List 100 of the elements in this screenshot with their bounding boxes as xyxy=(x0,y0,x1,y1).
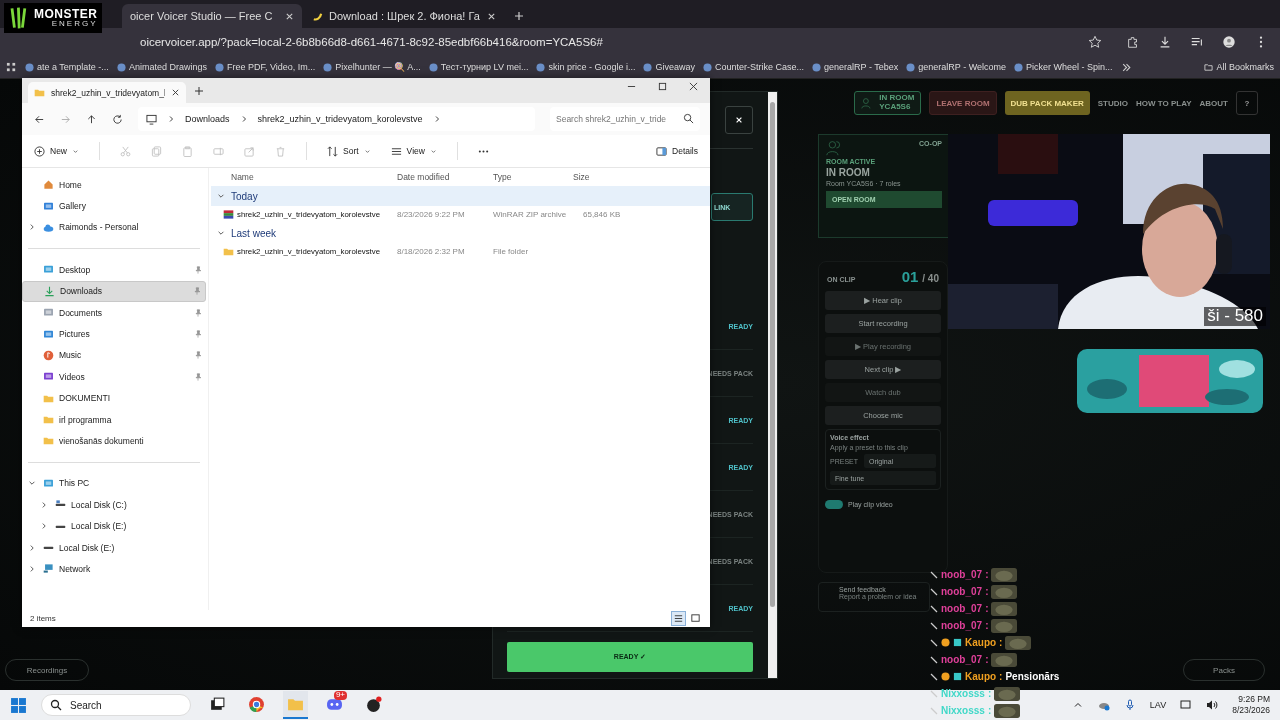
nav-item[interactable]: Desktop xyxy=(22,259,206,281)
close-icon[interactable] xyxy=(689,82,698,91)
nav-item[interactable]: Downloads xyxy=(22,280,206,302)
explorer-tab[interactable]: shrek2_uzhin_v_tridevyatom_l xyxy=(28,82,186,103)
bookmark[interactable]: generalRP - Tebex xyxy=(812,62,899,72)
nav-item[interactable]: vienošanās dokumenti xyxy=(22,430,206,452)
nav-item[interactable]: Local Disk (E:) xyxy=(22,515,206,537)
chevron-icon[interactable] xyxy=(217,192,225,200)
nav-item[interactable]: This PC xyxy=(22,472,206,495)
chevron-icon[interactable] xyxy=(28,223,36,232)
display-icon[interactable] xyxy=(1180,699,1193,711)
nav-item[interactable]: irl programma xyxy=(22,408,206,431)
chevron-icon[interactable] xyxy=(217,229,225,237)
language-indicator[interactable]: LAV xyxy=(1149,700,1167,710)
close-icon[interactable] xyxy=(171,88,180,97)
details-button[interactable]: Details xyxy=(656,145,698,157)
nav-item[interactable]: DOKUMENTI xyxy=(22,387,206,409)
nav-item[interactable]: Home xyxy=(22,174,206,196)
new-button[interactable]: New xyxy=(34,145,79,157)
up-icon[interactable] xyxy=(86,113,97,125)
column-header[interactable]: Name xyxy=(211,172,397,182)
room-button[interactable]: IN ROOM YCA5S6 xyxy=(854,91,922,115)
pin-icon[interactable] xyxy=(194,351,202,360)
bookmark[interactable]: Тест-турнир LV mei... xyxy=(428,62,529,72)
bookmark[interactable]: generalRP - Welcome xyxy=(906,62,1006,72)
column-header[interactable]: Date modified xyxy=(397,172,493,182)
microphone-icon[interactable] xyxy=(1123,699,1136,711)
nav-link[interactable]: ABOUT xyxy=(1199,98,1228,108)
pin-icon[interactable] xyxy=(194,308,202,317)
nav-item[interactable]: Network xyxy=(22,558,206,580)
close-button[interactable] xyxy=(725,106,753,134)
taskbar-app[interactable]: 9+ xyxy=(322,691,347,719)
bookmark[interactable]: Picker Wheel - Spin... xyxy=(1014,62,1113,72)
chevron-icon[interactable] xyxy=(28,543,36,552)
bookmark[interactable]: Giveaway xyxy=(643,62,695,72)
media-icon[interactable] xyxy=(1190,35,1204,49)
column-header[interactable]: Size xyxy=(573,172,623,182)
search-field[interactable]: Search shrek2_uzhin_v_tride xyxy=(550,107,700,131)
chat-separator: : xyxy=(985,654,989,665)
bookmark[interactable]: Free PDF, Video, Im... xyxy=(214,62,316,72)
sort-button[interactable]: Sort xyxy=(327,145,371,157)
pin-icon[interactable] xyxy=(194,372,202,381)
browser-tab[interactable]: Download : Шрек 2. Фиона! Га xyxy=(304,4,504,28)
back-icon[interactable] xyxy=(34,113,45,125)
bookmark[interactable]: Pixelhunter — 🍭 A... xyxy=(323,62,421,72)
help-button[interactable]: ? xyxy=(1236,91,1258,115)
pin-icon[interactable] xyxy=(194,265,202,274)
nav-item[interactable]: Videos xyxy=(22,366,206,388)
browser-tab[interactable]: oicer Voicer Studio — Free C xyxy=(122,4,302,28)
list-icon xyxy=(390,145,402,157)
maximize-icon[interactable] xyxy=(658,82,667,91)
star-icon[interactable] xyxy=(1088,35,1102,49)
nav-item[interactable]: Local Disk (E:) xyxy=(22,536,206,559)
nav-item[interactable]: Documents xyxy=(22,301,206,324)
search-icon xyxy=(683,113,694,124)
chevron-icon[interactable] xyxy=(28,479,36,488)
start-icon[interactable] xyxy=(10,696,27,714)
download-icon[interactable] xyxy=(1158,35,1172,49)
nav-item[interactable]: Music xyxy=(22,344,206,367)
leave-room-button[interactable]: LEAVE ROOM xyxy=(929,91,997,115)
pack-maker-button[interactable]: DUB PACK MAKER xyxy=(1004,91,1090,115)
view-button[interactable]: View xyxy=(390,145,437,157)
scrollbar[interactable] xyxy=(768,92,777,678)
pin-icon[interactable] xyxy=(194,330,202,339)
document-icon xyxy=(43,307,54,319)
address-bar[interactable]: Downloads shrek2_uzhin_v_tridevyatom_korolevstve xyxy=(138,107,535,131)
pin-icon[interactable] xyxy=(193,287,201,296)
nav-item[interactable]: Pictures xyxy=(22,323,206,345)
nav-item[interactable]: Raimonds - Personal xyxy=(22,216,206,239)
group-header[interactable]: Today xyxy=(211,186,710,206)
extensions-icon[interactable] xyxy=(1126,35,1140,49)
nav-item[interactable]: Gallery xyxy=(22,195,206,217)
chevron-icon[interactable] xyxy=(40,522,48,531)
nav-link[interactable]: STUDIO xyxy=(1097,98,1128,108)
bookmark[interactable]: ate a Template -... xyxy=(25,62,109,72)
chat-username: Kaupo xyxy=(965,671,997,682)
speaker-icon[interactable] xyxy=(1206,699,1219,711)
chat-username: noob_07 xyxy=(941,586,983,597)
details-view-icon[interactable] xyxy=(672,612,685,625)
bookmark[interactable]: Animated Drawings xyxy=(116,62,207,72)
group-header[interactable]: Last week xyxy=(211,223,710,243)
apps-icon[interactable] xyxy=(6,61,17,73)
clock[interactable]: 9:26 PM 8/23/2026 xyxy=(1232,694,1270,716)
bookmark[interactable]: skin price - Google i... xyxy=(536,62,636,72)
refresh-icon[interactable] xyxy=(112,113,123,125)
new-tab-icon[interactable] xyxy=(194,86,204,96)
nav-item[interactable]: Local Disk (C:) xyxy=(22,494,206,516)
toggle-switch[interactable] xyxy=(825,500,843,509)
search-field[interactable]: Search xyxy=(41,694,191,716)
nav-link[interactable]: HOW TO PLAY xyxy=(1136,98,1192,108)
chevron-icon[interactable] xyxy=(28,564,36,573)
favicon-icon xyxy=(812,62,822,72)
bookmark[interactable]: Counter-Strike Case... xyxy=(703,62,805,72)
avatar-icon[interactable] xyxy=(1222,35,1236,49)
tiles-view-icon[interactable] xyxy=(689,612,702,625)
bookmark[interactable]: All Bookmarks xyxy=(1204,62,1274,72)
chevron-icon[interactable] xyxy=(40,500,48,509)
download-icon xyxy=(44,285,55,297)
column-header[interactable]: Type xyxy=(493,172,573,182)
chevron-icon[interactable] xyxy=(1120,61,1132,73)
